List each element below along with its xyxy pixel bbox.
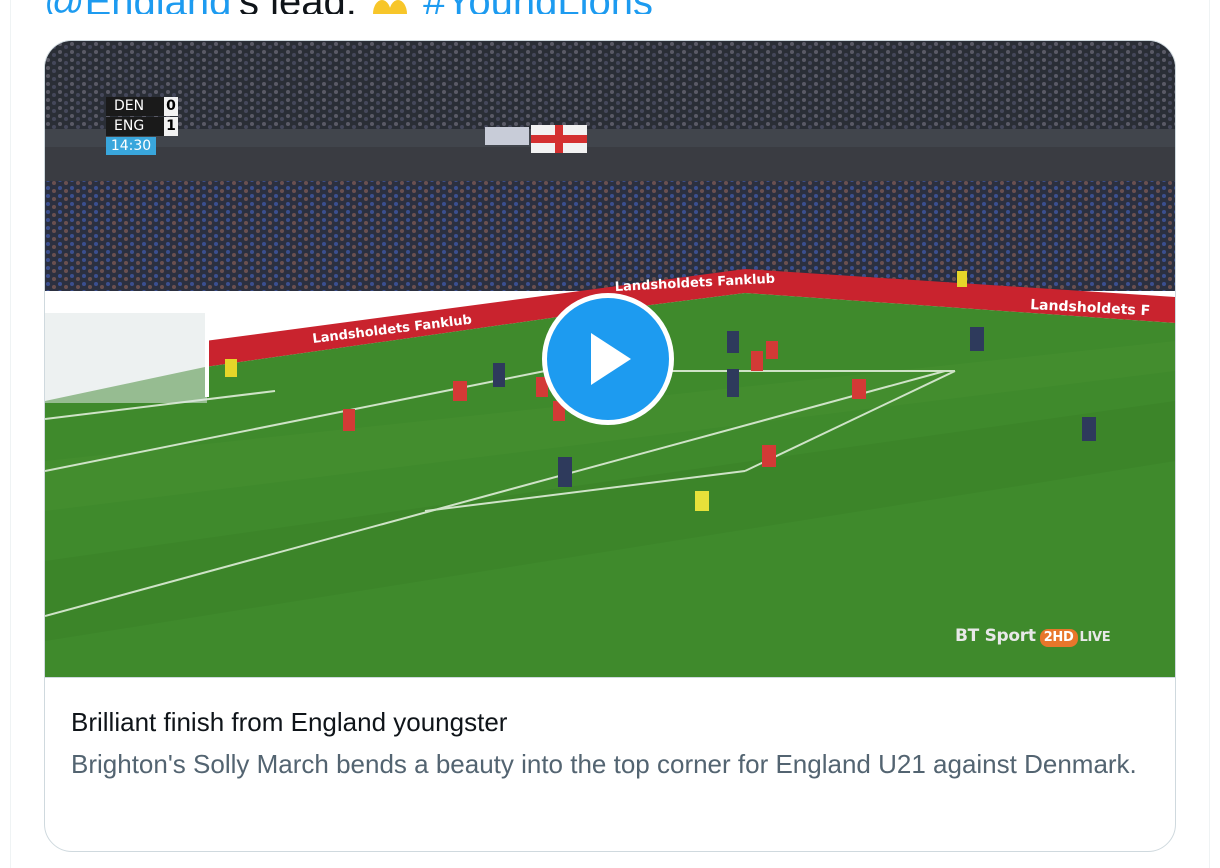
tweet-text: @England's lead. #YoungLions bbox=[44, 0, 653, 14]
home-team: DEN bbox=[106, 97, 164, 116]
live-label: LIVE bbox=[1079, 630, 1111, 645]
broadcaster-logo: BT Sport 2HD LIVE bbox=[955, 626, 1111, 647]
broadcaster-name: BT Sport bbox=[955, 626, 1036, 646]
card-description: Brighton's Solly March bends a beauty in… bbox=[71, 749, 1137, 779]
play-icon bbox=[591, 333, 631, 385]
match-clock: 14:30 bbox=[106, 137, 156, 155]
scoreboard: DEN 0 ENG 1 14:30 bbox=[106, 97, 186, 155]
raising-hands-emoji-icon bbox=[368, 0, 412, 14]
away-team: ENG bbox=[106, 117, 164, 136]
hashtag-link[interactable]: #YoungLions bbox=[423, 0, 653, 14]
away-score: 1 bbox=[164, 117, 178, 136]
video-player[interactable]: Landsholdets Fanklub Landsholdets Fanklu… bbox=[45, 41, 1175, 678]
link-card[interactable]: Landsholdets Fanklub Landsholdets Fanklu… bbox=[44, 40, 1176, 852]
card-info[interactable]: Brilliant finish from England youngster … bbox=[71, 705, 1151, 784]
channel-badge: 2HD bbox=[1039, 629, 1078, 647]
home-score: 0 bbox=[164, 97, 178, 116]
card-title: Brilliant finish from England youngster bbox=[71, 707, 508, 737]
mention-link[interactable]: @England bbox=[44, 0, 231, 14]
score-row-away: ENG 1 bbox=[106, 117, 186, 136]
play-button[interactable] bbox=[542, 293, 674, 425]
score-row-home: DEN 0 bbox=[106, 97, 186, 116]
tweet-body-text: 's lead. bbox=[231, 0, 357, 14]
